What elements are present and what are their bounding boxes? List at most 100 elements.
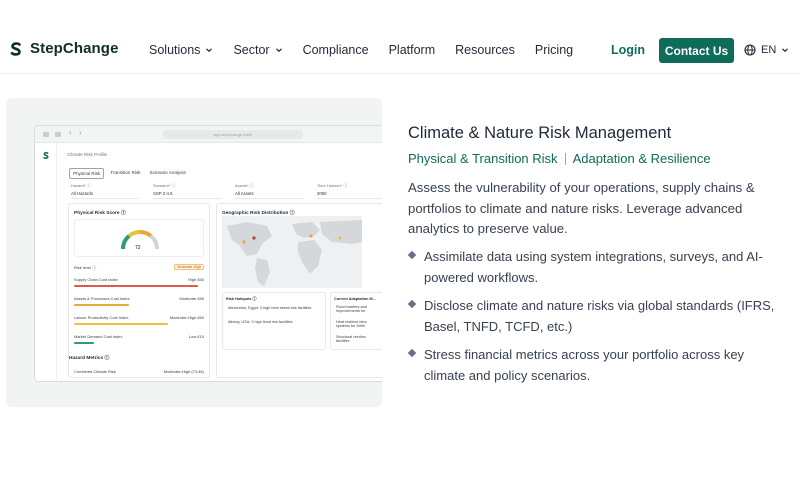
filter-value: All Assets [235,191,303,199]
cost-index-bar [74,285,198,287]
feature-bullet-text: Disclose climate and nature risks via gl… [424,298,775,334]
brand-name: StepChange [30,40,119,57]
nav-item-pricing[interactable]: Pricing [535,43,573,57]
preview-tab[interactable]: Transition Risk [107,168,143,179]
language-label: EN [761,44,777,56]
preview-tab[interactable]: Physical Risk [69,168,105,179]
breadcrumb: Climate Risk Profile [67,152,108,157]
cost-index-value: Moderate-High £60 [169,315,204,320]
app-logo-icon [43,152,49,159]
cost-index-label: Assets & Processes Cost index [74,296,130,301]
section-heading: Climate & Nature Risk Management [408,124,672,142]
cost-index-bar [74,323,168,325]
globe-icon [744,44,756,56]
risk-level-badge: Moderate-High [174,264,204,270]
subheading-divider [564,152,566,165]
nav-item-label: Compliance [302,43,369,57]
world-map [222,216,362,288]
filter-row: Hazard* ⓘ All Hazards Scenario* ⓘ SSP 2-4.5… [71,183,382,199]
chevron-down-icon [206,48,213,53]
login-link[interactable]: Login [611,43,645,57]
filter-label: Hazard* ⓘ [71,183,91,188]
feature-bullet: Disclose climate and nature risks via gl… [407,295,788,337]
cost-index-value: Low £10 [188,334,204,339]
cost-index-label: Supply Chain Cost index [74,277,118,282]
preview-tab[interactable]: Scenario Analysis [147,168,189,179]
stepchange-logo-icon [10,41,21,56]
subheading-left: Physical & Transition Risk [408,151,558,166]
nav-item-label: Sector [233,43,270,57]
filter-select[interactable]: Assets* ⓘ All Assets [235,183,303,199]
language-selector[interactable]: EN [744,44,789,56]
filter-label: Scenario* ⓘ [153,183,176,188]
nav-item-label: Solutions [149,43,201,57]
gauge-container: 72 [74,219,204,257]
feature-bullets: Assimilate data using system integration… [407,246,788,393]
filter-select[interactable]: Scenario* ⓘ SSP 2-4.5 [153,183,221,199]
filter-value: SSP 2-4.5 [153,191,221,199]
filter-value: 2050 [317,191,382,199]
filter-select[interactable]: Time Horizon* ⓘ 2050 [317,183,382,199]
cost-index-value: Moderate £80 [179,296,204,301]
feature-bullet: Stress financial metrics across your por… [407,344,788,386]
window-dot-icon [43,132,49,137]
back-arrow-icon: ‹ [69,128,72,137]
forward-arrow-icon: › [79,128,82,137]
filter-select[interactable]: Hazard* ⓘ All Hazards [71,183,139,199]
cost-index-label: Labour Productivity Cost Index [74,315,129,320]
product-preview: ‹ › app.stepchange.earth Climate Risk Pr… [6,98,382,407]
nav-item-compliance[interactable]: Compliance [303,43,369,57]
app-sidebar [35,143,57,381]
app-content: Climate Risk Profile Physical Risk Transi… [63,143,382,381]
brand-logo[interactable]: StepChange [8,40,119,57]
nav-item-label: Pricing [534,43,574,57]
cost-index-value: High £60 [187,277,204,282]
filter-label: Time Horizon* ⓘ [317,183,348,188]
diamond-bullet-icon [407,299,417,309]
score-card-title: Physical Risk Score ⓘ [74,211,126,216]
geo-card-title: Geographic Risk Distribution ⓘ [222,211,295,216]
filter-label: Assets* ⓘ [235,183,254,188]
hotspot-item: Alexandria, Egypt: 3 high heat stress ri… [228,306,312,310]
feature-bullet-text: Assimilate data using system integration… [424,249,763,285]
hazard-metric-label: Combined Climate Risk [74,369,116,374]
diamond-bullet-icon [407,250,417,260]
contact-us-button[interactable]: Contact Us [659,38,734,63]
chevron-down-icon [275,48,282,53]
diamond-bullet-icon [407,348,417,358]
adaptation-card: Current Adaptation M... Flood barriers a… [330,292,382,350]
cost-index-bar [74,342,94,344]
adaptation-item: Flood barriers and improvements for [336,305,367,313]
section-description: Assess the vulnerability of your operati… [408,180,755,236]
section-subheading: Physical & Transition Risk Adaptation & … [408,151,711,166]
nav-item-solutions[interactable]: Solutions [149,43,213,57]
nav-item-resources[interactable]: Resources [455,43,515,57]
feature-bullet-text: Stress financial metrics across your por… [424,347,745,383]
browser-toolbar: ‹ › app.stepchange.earth [35,126,382,143]
url-bar: app.stepchange.earth [163,130,303,139]
feature-bullet: Assimilate data using system integration… [407,246,788,288]
geographic-risk-card: Geographic Risk Distribution ⓘ Risk Hots… [216,203,382,378]
hazard-metrics-title: Hazard Metrics ⓘ [69,356,110,361]
main-menu: Solutions Sector Compliance Platform Resourc… [149,43,593,57]
top-navbar: StepChange Solutions Sector Compliance Plat… [0,0,800,74]
hotspot-item: Albany, USA: 3 high flood risk facilitie… [228,320,293,324]
risk-tabs: Physical Risk Transition Risk Scenario Ana… [69,168,189,179]
world-map-graphic [227,220,362,286]
risk-level-label: Risk level ⓘ [74,265,97,270]
adaptation-item: Heat resilient infra systems for Delhi [336,320,367,328]
browser-mockup: ‹ › app.stepchange.earth Climate Risk Pr… [34,125,382,382]
sidebar-toggle-icon [55,132,61,137]
physical-risk-score-card: Physical Risk Score ⓘ 72 Risk level ⓘ Mo… [68,203,210,378]
hazard-metric-value: Moderate-High (73.48) [163,369,204,374]
risk-hotspots-card: Risk Hotspots ⓘ Alexandria, Egypt: 3 hig… [222,292,326,350]
chevron-down-icon [782,48,789,53]
cost-index-bar [74,304,129,306]
nav-item-platform[interactable]: Platform [389,43,436,57]
filter-value: All Hazards [71,191,139,199]
cost-index-label: Market Demand Cost index [74,334,123,339]
adaptation-item: Structural reinforc facilities [336,335,366,343]
nav-item-label: Platform [388,43,436,57]
nav-item-sector[interactable]: Sector [233,43,282,57]
hotspots-title: Risk Hotspots ⓘ [226,297,257,301]
